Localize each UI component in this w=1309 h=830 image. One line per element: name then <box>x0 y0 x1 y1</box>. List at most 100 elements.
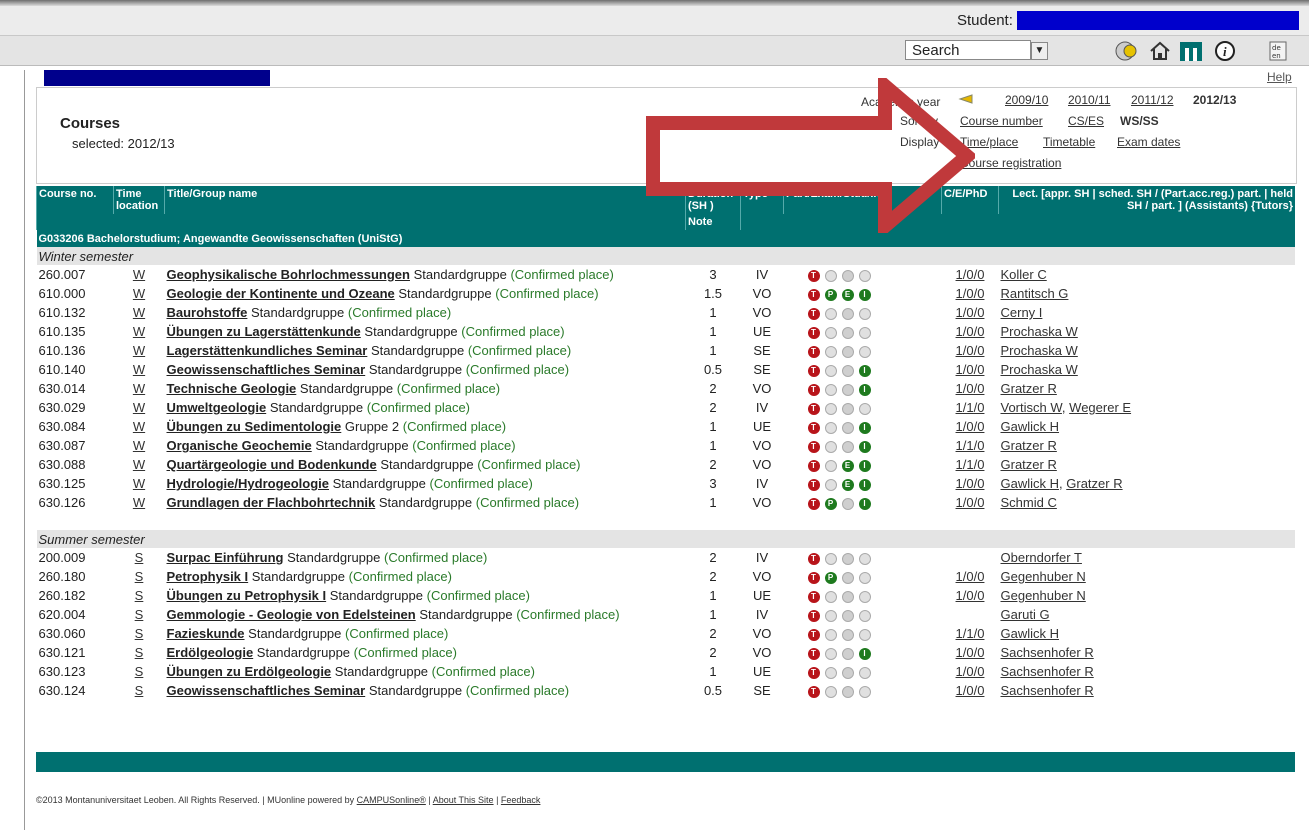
time-location-link[interactable]: W <box>114 474 165 493</box>
cep-link[interactable]: 1/0/0 <box>942 379 999 398</box>
time-location-link[interactable]: W <box>114 303 165 322</box>
cep-link[interactable]: 1/0/0 <box>942 567 999 586</box>
lecturer-link[interactable]: Koller C <box>1001 267 1047 282</box>
help-link[interactable]: Help <box>1267 70 1292 84</box>
campusonline-link[interactable]: CAMPUSonline® <box>357 795 426 805</box>
cep-link[interactable]: 1/0/0 <box>942 265 999 284</box>
lecturer-link[interactable]: Gratzer R <box>1001 457 1057 472</box>
info-icon[interactable] <box>858 269 871 282</box>
info-icon[interactable] <box>858 666 871 679</box>
lecturer-link[interactable]: Garuti G <box>1001 607 1050 622</box>
course-title-link[interactable]: Geowissenschaftliches Seminar <box>167 362 366 377</box>
chevron-down-icon[interactable]: ▼ <box>1031 42 1048 60</box>
info-icon[interactable] <box>858 685 871 698</box>
part-icon[interactable]: T <box>807 307 820 320</box>
exam-icon[interactable] <box>824 459 837 472</box>
stud-icon[interactable] <box>841 326 854 339</box>
stud-icon[interactable] <box>841 647 854 660</box>
exam-icon[interactable]: P <box>824 288 837 301</box>
year-link-2011[interactable]: 2011/12 <box>1131 93 1174 107</box>
time-location-link[interactable]: S <box>114 624 165 643</box>
cep-link[interactable]: 1/1/0 <box>942 398 999 417</box>
time-location-link[interactable]: W <box>114 417 165 436</box>
info-icon[interactable]: i <box>1212 40 1238 62</box>
exam-icon[interactable] <box>824 383 837 396</box>
info-icon[interactable] <box>858 345 871 358</box>
cep-link[interactable]: 1/0/0 <box>942 662 999 681</box>
part-icon[interactable]: T <box>807 609 820 622</box>
course-title-link[interactable]: Erdölgeologie <box>167 645 254 660</box>
exam-icon[interactable] <box>824 685 837 698</box>
stud-icon[interactable] <box>841 552 854 565</box>
lecturer-link[interactable]: Oberndorfer T <box>1001 550 1082 565</box>
info-icon[interactable]: I <box>858 288 871 301</box>
exam-icon[interactable] <box>824 440 837 453</box>
lecturer-link[interactable]: Gegenhuber N <box>1001 569 1086 584</box>
lecturer-link[interactable]: Prochaska W <box>1001 324 1078 339</box>
lecturer-link[interactable]: Gratzer R <box>1001 381 1057 396</box>
part-icon[interactable]: T <box>807 552 820 565</box>
cep-link[interactable]: 1/0/0 <box>942 493 999 512</box>
course-title-link[interactable]: Geophysikalische Bohrlochmessungen <box>167 267 410 282</box>
lecturer-link[interactable]: Sachsenhofer R <box>1001 664 1094 679</box>
info-icon[interactable]: I <box>858 383 871 396</box>
course-title-link[interactable]: Geologie der Kontinente und Ozeane <box>167 286 395 301</box>
lecturer-link[interactable]: Gawlick H <box>1001 626 1060 641</box>
course-title-link[interactable]: Übungen zu Sedimentologie <box>167 419 342 434</box>
course-title-link[interactable]: Hydrologie/Hydrogeologie <box>167 476 330 491</box>
info-icon[interactable] <box>858 590 871 603</box>
lecturer-link[interactable]: Gawlick H <box>1001 476 1060 491</box>
time-location-link[interactable]: S <box>114 586 165 605</box>
time-location-link[interactable]: S <box>114 643 165 662</box>
stud-icon[interactable]: E <box>841 459 854 472</box>
lecturer-link[interactable]: Rantitsch G <box>1001 286 1069 301</box>
exam-icon[interactable] <box>824 402 837 415</box>
exam-icon[interactable] <box>824 326 837 339</box>
exam-icon[interactable] <box>824 421 837 434</box>
stud-icon[interactable] <box>841 307 854 320</box>
time-location-link[interactable]: W <box>114 265 165 284</box>
stud-icon[interactable]: E <box>841 478 854 491</box>
info-icon[interactable] <box>858 552 871 565</box>
cep-link[interactable]: 1/0/0 <box>942 341 999 360</box>
mu-logo-icon[interactable] <box>1178 40 1204 62</box>
course-title-link[interactable]: Fazieskunde <box>167 626 245 641</box>
part-icon[interactable]: T <box>807 685 820 698</box>
cep-link[interactable]: 1/1/0 <box>942 455 999 474</box>
year-link-2009[interactable]: 2009/10 <box>1005 93 1048 107</box>
course-title-link[interactable]: Umweltgeologie <box>167 400 267 415</box>
part-icon[interactable]: T <box>807 288 820 301</box>
cep-link[interactable]: 1/0/0 <box>942 474 999 493</box>
part-icon[interactable]: T <box>807 402 820 415</box>
info-icon[interactable]: I <box>858 478 871 491</box>
stud-icon[interactable] <box>841 383 854 396</box>
display-exam-dates[interactable]: Exam dates <box>1117 135 1180 149</box>
time-location-link[interactable]: S <box>114 662 165 681</box>
course-title-link[interactable]: Übungen zu Petrophysik I <box>167 588 327 603</box>
lecturer-link[interactable]: Cerny I <box>1001 305 1043 320</box>
cep-link[interactable]: 1/0/0 <box>942 586 999 605</box>
cep-link[interactable]: 1/0/0 <box>942 322 999 341</box>
part-icon[interactable]: T <box>807 421 820 434</box>
course-title-link[interactable]: Surpac Einführung <box>167 550 284 565</box>
part-icon[interactable]: T <box>807 364 820 377</box>
exam-icon[interactable] <box>824 364 837 377</box>
cep-link[interactable] <box>942 605 999 624</box>
language-icon[interactable]: de en <box>1268 40 1288 62</box>
info-icon[interactable]: I <box>858 459 871 472</box>
time-location-link[interactable]: S <box>114 548 165 567</box>
part-icon[interactable]: T <box>807 345 820 358</box>
info-icon[interactable] <box>858 571 871 584</box>
info-icon[interactable]: I <box>858 364 871 377</box>
part-icon[interactable]: T <box>807 571 820 584</box>
info-icon[interactable] <box>858 307 871 320</box>
lecturer-link[interactable]: Prochaska W <box>1001 362 1078 377</box>
part-icon[interactable]: T <box>807 459 820 472</box>
part-icon[interactable]: T <box>807 326 820 339</box>
part-icon[interactable]: T <box>807 497 820 510</box>
exam-icon[interactable]: P <box>824 497 837 510</box>
course-title-link[interactable]: Quartärgeologie und Bodenkunde <box>167 457 377 472</box>
lecturer-link[interactable]: Wegerer E <box>1069 400 1131 415</box>
stud-icon[interactable] <box>841 666 854 679</box>
info-icon[interactable]: I <box>858 497 871 510</box>
